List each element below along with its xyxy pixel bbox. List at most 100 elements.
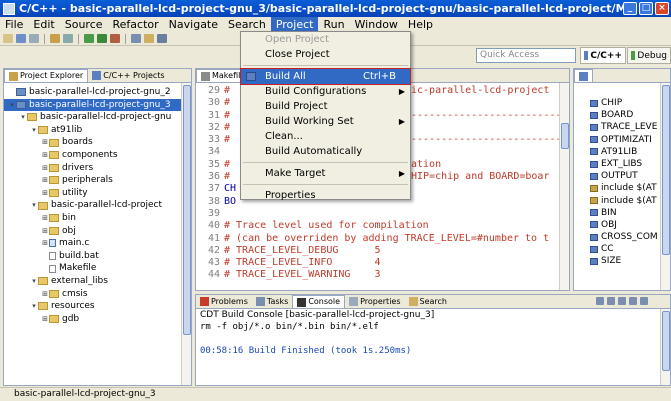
console-minimize-icon[interactable] bbox=[640, 297, 648, 305]
menu-run[interactable]: Run bbox=[318, 17, 349, 32]
tree-toggle-icon[interactable]: ⊞ bbox=[41, 174, 49, 187]
tree-toggle-icon[interactable]: ⊞ bbox=[41, 212, 49, 225]
tab-project-explorer[interactable]: Project Explorer bbox=[4, 69, 89, 82]
minimize-button[interactable]: _ bbox=[623, 2, 637, 15]
expand-arrow-icon[interactable]: ▾ bbox=[30, 124, 38, 137]
build-config-icon[interactable] bbox=[63, 34, 73, 43]
menu-refactor[interactable]: Refactor bbox=[108, 17, 164, 32]
tree-item[interactable]: ⊞ components bbox=[4, 149, 191, 162]
search-icon[interactable] bbox=[157, 34, 167, 43]
external-tools-icon[interactable] bbox=[110, 34, 120, 43]
perspective-cdt[interactable]: C/C++ bbox=[580, 47, 626, 64]
menu-project[interactable]: Project bbox=[270, 17, 319, 32]
expand-arrow-icon[interactable]: ▾ bbox=[30, 199, 38, 212]
menu-window[interactable]: Window bbox=[350, 17, 403, 32]
menu-item-build-all[interactable]: Build All Ctrl+B bbox=[240, 68, 411, 85]
outline-item[interactable]: EXT_LIBS bbox=[574, 158, 670, 170]
tab-console[interactable]: Console bbox=[292, 295, 346, 308]
expand-arrow-icon[interactable]: ▾ bbox=[19, 111, 27, 124]
expand-arrow-icon[interactable]: ▾ bbox=[30, 275, 38, 288]
menu-file[interactable]: File bbox=[0, 17, 28, 32]
tree-item[interactable]: ⊞ cmsis bbox=[4, 288, 191, 301]
open-type-icon[interactable] bbox=[131, 34, 141, 43]
tab-outline[interactable] bbox=[574, 69, 593, 82]
menu-item-build-working-set[interactable]: Build Working Set ▶ bbox=[241, 114, 410, 129]
menu-item-make-target[interactable]: Make Target ▶ bbox=[241, 166, 410, 181]
run-icon[interactable] bbox=[97, 34, 107, 43]
outline-item[interactable]: TRACE_LEVE bbox=[574, 121, 670, 133]
tree-toggle-icon[interactable]: ⊞ bbox=[41, 225, 49, 238]
console-display-icon[interactable] bbox=[629, 297, 637, 305]
tree-toggle-icon[interactable]: ⊞ bbox=[41, 313, 49, 326]
perspective-debug[interactable]: Debug bbox=[627, 47, 671, 64]
outline-item[interactable]: AT91LIB bbox=[574, 146, 670, 158]
outline-item[interactable]: CHIP bbox=[574, 97, 670, 109]
tree-item[interactable]: ▾ external_libs bbox=[4, 275, 191, 288]
menu-source[interactable]: Source bbox=[60, 17, 108, 32]
tab-properties[interactable]: Properties bbox=[345, 295, 404, 308]
tree-item[interactable]: ⊞ main.c bbox=[4, 237, 191, 250]
console-scroll-thumb[interactable] bbox=[662, 311, 670, 371]
menu-item-close-project[interactable]: Close Project bbox=[241, 47, 410, 62]
tree-item[interactable]: basic-parallel-lcd-project-gnu_2 bbox=[4, 86, 191, 99]
tree-item[interactable]: Makefile bbox=[4, 262, 191, 275]
project-tree-scroll-thumb[interactable] bbox=[183, 85, 191, 335]
tree-item[interactable]: ⊞ boards bbox=[4, 136, 191, 149]
tree-toggle-icon[interactable]: ⊞ bbox=[41, 187, 49, 200]
outline-item[interactable]: include $(AT bbox=[574, 182, 670, 194]
tree-item[interactable]: ⊞ gdb bbox=[4, 313, 191, 326]
tree-item[interactable]: ⊞ peripherals bbox=[4, 174, 191, 187]
menu-edit[interactable]: Edit bbox=[28, 17, 59, 32]
menu-item-open-project[interactable]: Open Project bbox=[241, 32, 410, 47]
open-folder-icon[interactable] bbox=[144, 34, 154, 43]
tree-item[interactable]: ▾ basic-parallel-lcd-project bbox=[4, 199, 191, 212]
tree-item[interactable]: ▾ basic-parallel-lcd-project-gnu bbox=[4, 111, 191, 124]
tree-toggle-icon[interactable]: ⊞ bbox=[41, 237, 49, 250]
tree-item[interactable]: build.bat bbox=[4, 250, 191, 263]
menu-item-build-automatically[interactable]: Build Automatically bbox=[241, 144, 410, 159]
tab-search[interactable]: Search bbox=[405, 295, 451, 308]
outline-item[interactable]: BOARD bbox=[574, 109, 670, 121]
outline-item[interactable]: OBJ bbox=[574, 219, 670, 231]
outline-item[interactable]: CROSS_COM bbox=[574, 231, 670, 243]
project-tree-scrollbar[interactable] bbox=[181, 83, 191, 385]
outline-item[interactable]: SIZE bbox=[574, 255, 670, 267]
editor-scrollbar[interactable] bbox=[559, 83, 569, 290]
menu-item-build-project[interactable]: Build Project bbox=[241, 99, 410, 114]
expand-arrow-icon[interactable]: ▾ bbox=[8, 99, 16, 112]
tree-item[interactable]: ▾ at91lib bbox=[4, 124, 191, 137]
new-icon[interactable] bbox=[3, 34, 13, 43]
outline-item[interactable]: OPTIMIZATI bbox=[574, 134, 670, 146]
menu-item-clean[interactable]: Clean... bbox=[241, 129, 410, 144]
expand-arrow-icon[interactable]: ▾ bbox=[30, 300, 38, 313]
console-scrollbar[interactable] bbox=[660, 309, 670, 385]
outline-item[interactable]: include $(AT bbox=[574, 195, 670, 207]
menu-search[interactable]: Search bbox=[223, 17, 271, 32]
console-clear-icon[interactable] bbox=[596, 297, 604, 305]
console-scroll-lock-icon[interactable] bbox=[607, 297, 615, 305]
tree-item[interactable]: ▾ basic-parallel-lcd-project-gnu_3 bbox=[4, 98, 191, 112]
tab-tasks[interactable]: Tasks bbox=[252, 295, 292, 308]
tree-toggle-icon[interactable]: ⊞ bbox=[41, 149, 49, 162]
quick-access-input[interactable]: Quick Access bbox=[476, 48, 576, 63]
tree-toggle-icon[interactable]: ⊞ bbox=[41, 162, 49, 175]
tree-item[interactable]: ⊞ drivers bbox=[4, 162, 191, 175]
tree-toggle-icon[interactable]: ⊞ bbox=[41, 288, 49, 301]
tree-item[interactable]: ⊞ utility bbox=[4, 187, 191, 200]
menu-item-build-configurations[interactable]: Build Configurations ▶ bbox=[241, 84, 410, 99]
tab-cpp-projects[interactable]: C/C++ Projects bbox=[88, 69, 168, 82]
tab-problems[interactable]: Problems bbox=[196, 295, 252, 308]
close-button[interactable]: × bbox=[655, 2, 669, 15]
console-pin-icon[interactable] bbox=[618, 297, 626, 305]
save-icon[interactable] bbox=[16, 34, 26, 43]
editor-scroll-thumb[interactable] bbox=[561, 123, 569, 149]
tree-item[interactable]: ▾ resources bbox=[4, 300, 191, 313]
tree-item[interactable]: ⊞ obj bbox=[4, 225, 191, 238]
menu-navigate[interactable]: Navigate bbox=[164, 17, 223, 32]
menu-help[interactable]: Help bbox=[403, 17, 438, 32]
outline-scrollbar[interactable] bbox=[660, 83, 670, 290]
debug-icon[interactable] bbox=[84, 34, 94, 43]
outline-scroll-thumb[interactable] bbox=[662, 85, 670, 255]
outline-item[interactable]: BIN bbox=[574, 207, 670, 219]
outline-item[interactable]: OUTPUT bbox=[574, 170, 670, 182]
